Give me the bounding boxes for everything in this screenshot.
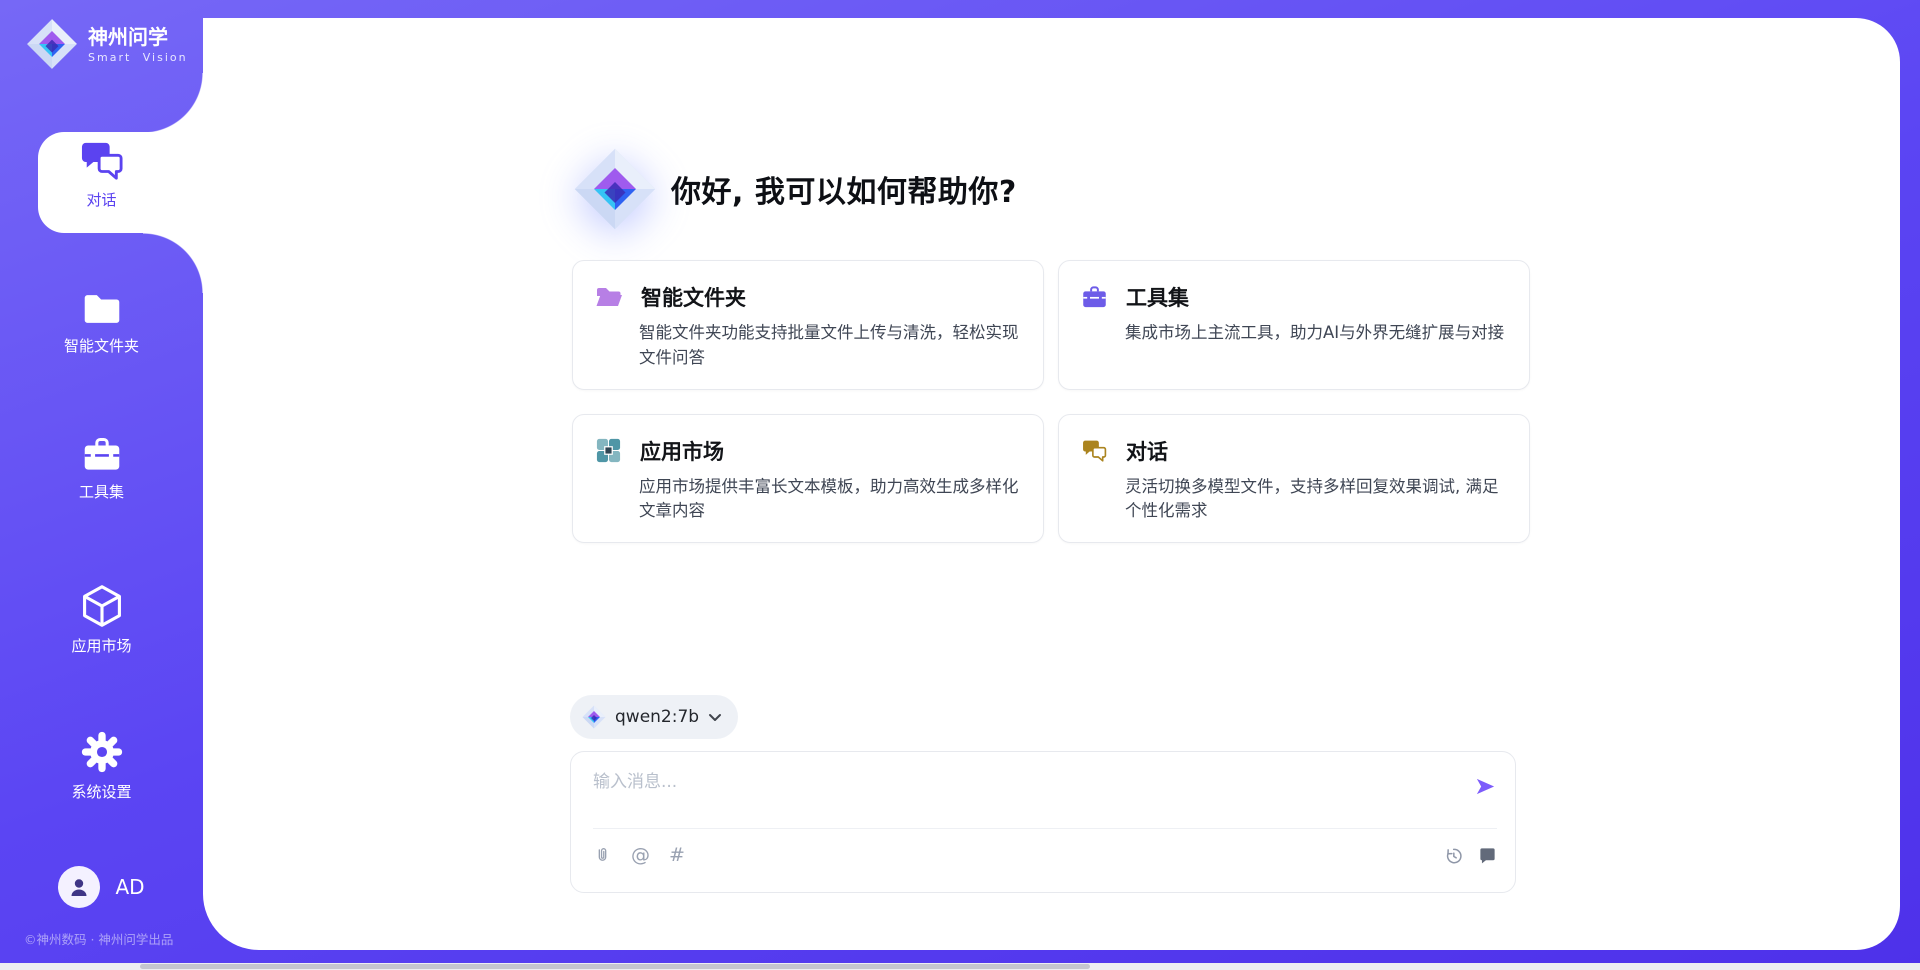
scrollbar-thumb[interactable]: [140, 964, 1090, 969]
message-input[interactable]: [593, 772, 1474, 792]
card-title: 应用市场: [640, 436, 724, 466]
model-selector[interactable]: qwen2:7b: [570, 695, 738, 739]
chat-icon: [79, 140, 125, 182]
sidebar-item-app-market[interactable]: 应用市场: [0, 584, 203, 656]
toolbox-icon: [1081, 285, 1108, 310]
grid-icon: [595, 437, 622, 464]
history-button[interactable]: [1443, 846, 1463, 866]
chat-icon: [1081, 439, 1108, 463]
diamond-logo-icon: [582, 705, 606, 729]
card-description: 集成市场上主流工具，助力AI与外界无缝扩展与对接: [1125, 321, 1509, 346]
feature-cards: 智能文件夹 智能文件夹功能支持批量文件上传与清洗，轻松实现文件问答 工具集 集成…: [572, 260, 1530, 543]
sidebar-item-settings[interactable]: 系统设置: [0, 730, 203, 802]
card-description: 应用市场提供丰富长文本模板，助力高效生成多样化文章内容: [639, 475, 1023, 525]
card-title: 智能文件夹: [641, 282, 746, 312]
sidebar-item-chat[interactable]: 对话: [0, 140, 203, 210]
sidebar-item-label: 应用市场: [71, 635, 131, 656]
sidebar-item-label: 系统设置: [71, 781, 131, 802]
sidebar-item-label: 智能文件夹: [64, 335, 139, 356]
gear-icon: [80, 730, 124, 774]
hash-icon: #: [669, 846, 685, 865]
greeting-title: 你好, 我可以如何帮助你?: [671, 167, 1017, 211]
sidebar-item-label: 工具集: [79, 481, 124, 502]
at-icon: @: [631, 846, 650, 865]
brand-name: 神州问学: [88, 25, 188, 49]
brand-subtitle: Smart Vision: [88, 51, 188, 64]
card-chat[interactable]: 对话 灵活切换多模型文件，支持多样回复效果调试, 满足个性化需求: [1058, 414, 1530, 544]
card-description: 智能文件夹功能支持批量文件上传与清洗，轻松实现文件问答: [639, 321, 1023, 371]
user-initials: AD: [115, 875, 144, 899]
brand-diamond-icon: [26, 18, 78, 70]
bubble-icon: [1478, 846, 1497, 865]
assistant-diamond-icon: [573, 147, 657, 231]
greeting-block: 你好, 我可以如何帮助你?: [573, 143, 1017, 235]
send-button[interactable]: [1474, 775, 1497, 798]
sidebar-item-toolset[interactable]: 工具集: [0, 436, 203, 502]
send-icon: [1474, 775, 1497, 798]
cube-icon: [80, 584, 124, 628]
toolbox-icon: [81, 436, 123, 474]
mention-button[interactable]: @: [631, 846, 650, 865]
card-description: 灵活切换多模型文件，支持多样回复效果调试, 满足个性化需求: [1125, 475, 1509, 525]
person-icon: [67, 875, 91, 899]
sidebar-item-smart-folder[interactable]: 智能文件夹: [0, 290, 203, 356]
brand-logo: 神州问学 Smart Vision: [26, 18, 188, 70]
hashtag-button[interactable]: #: [669, 846, 685, 865]
attach-button[interactable]: [593, 846, 612, 865]
folder-icon: [81, 290, 123, 328]
card-title: 对话: [1126, 436, 1168, 466]
card-smart-folder[interactable]: 智能文件夹 智能文件夹功能支持批量文件上传与清洗，轻松实现文件问答: [572, 260, 1044, 390]
user-account[interactable]: AD: [0, 866, 203, 908]
history-icon: [1443, 846, 1463, 866]
folder-open-icon: [595, 285, 623, 309]
model-name: qwen2:7b: [615, 707, 699, 727]
card-toolset[interactable]: 工具集 集成市场上主流工具，助力AI与外界无缝扩展与对接: [1058, 260, 1530, 390]
chevron-down-icon: [708, 713, 722, 722]
conversation-button[interactable]: [1478, 846, 1497, 865]
bottom-scrollbar-track: [0, 963, 1920, 970]
avatar: [58, 866, 100, 908]
paperclip-icon: [593, 846, 612, 865]
sidebar: 神州问学 Smart Vision 对话 智能文件夹 工具集 应用市场 系统设置: [0, 0, 203, 970]
copyright-note: ©神州数码 · 神州问学出品: [24, 929, 173, 948]
message-composer: @ #: [570, 751, 1516, 893]
card-title: 工具集: [1126, 282, 1189, 312]
card-app-market[interactable]: 应用市场 应用市场提供丰富长文本模板，助力高效生成多样化文章内容: [572, 414, 1044, 544]
sidebar-item-label: 对话: [86, 189, 116, 210]
